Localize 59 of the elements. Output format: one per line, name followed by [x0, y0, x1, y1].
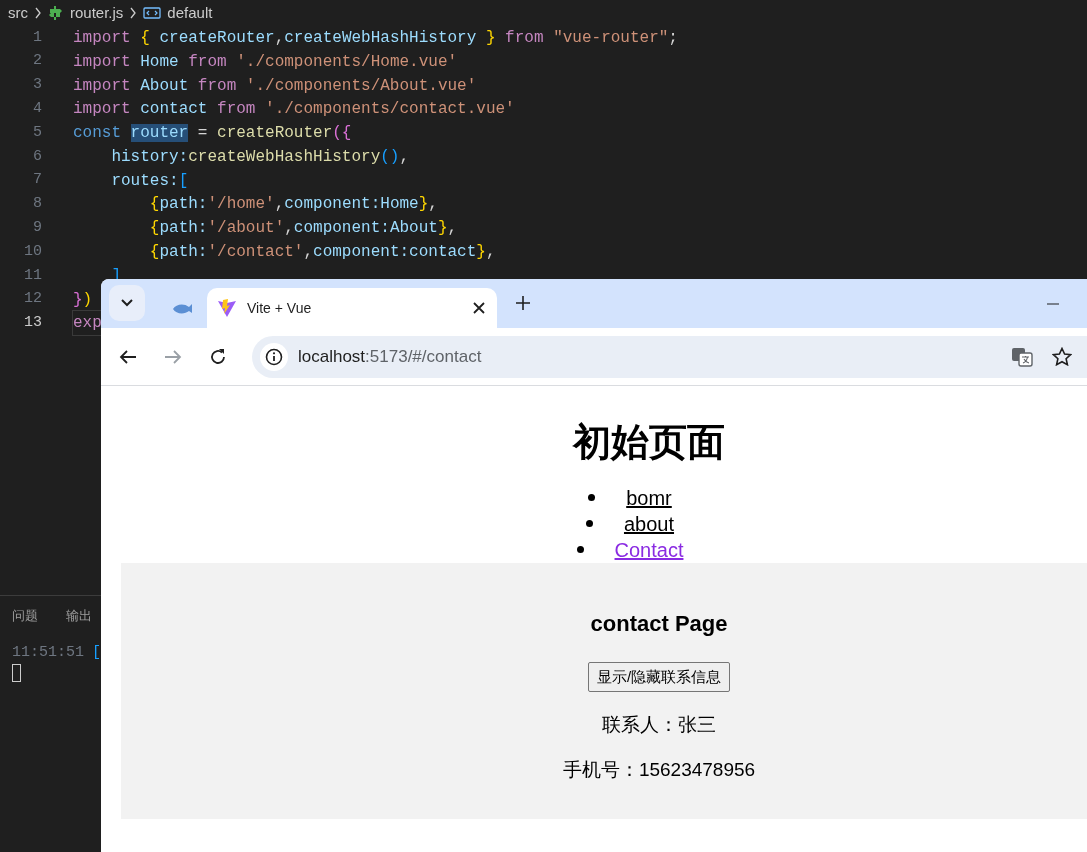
forward-icon[interactable] [164, 348, 182, 365]
line-number: 4 [32, 99, 42, 120]
line-number: 2 [32, 51, 42, 72]
code-line: }) [73, 289, 93, 311]
line-number: 8 [32, 194, 42, 215]
bullet-icon [576, 546, 584, 553]
terminal-cursor [12, 664, 21, 682]
code-line: import About from './components/About.vue' [73, 75, 477, 97]
code-line: const router = createRouter({ [73, 123, 352, 145]
bullet-icon [585, 520, 593, 527]
code-line: import { createRouter,createWebHashHistory } from "vue-router"; [73, 27, 678, 49]
bullet-icon [588, 494, 596, 501]
breadcrumb-item[interactable]: default [167, 1, 213, 25]
code-line: exp [73, 311, 102, 336]
code-line: history:createWebHashHistory(), [110, 146, 410, 168]
panel-tab[interactable]: 问题 [12, 606, 38, 626]
line-number: 5 [32, 122, 42, 143]
address-bar[interactable]: localhost:5173/#/contact [252, 335, 1087, 378]
code-line: import contact from './components/contact.vue' [73, 99, 515, 121]
fish-icon [171, 302, 193, 314]
line-number: 9 [32, 218, 42, 238]
code-line: {path:'/contact',component:contact}, [148, 242, 496, 264]
line-number: 6 [32, 146, 42, 167]
chevron-right-icon [129, 7, 138, 19]
tab-search-button[interactable] [109, 285, 145, 321]
log-time: 11:51:51 [12, 642, 84, 663]
new-tab-icon[interactable] [516, 296, 530, 310]
log-text: [ [92, 642, 102, 663]
panel-tab[interactable]: 输出 [66, 606, 92, 626]
breadcrumb-item[interactable]: router.js [70, 1, 124, 25]
translate-icon[interactable] [1011, 346, 1033, 367]
line-number: 1 [32, 27, 42, 48]
breadcrumb-item[interactable]: src [8, 1, 28, 25]
line-number: 13 [23, 313, 42, 334]
chevron-down-icon [121, 299, 133, 307]
code-line: routes:[ [110, 170, 189, 192]
section-title: contact Page [590, 610, 728, 638]
line-number: 3 [32, 75, 42, 96]
vite-logo-icon [217, 298, 237, 318]
code-line: import Home from './components/Home.vue' [73, 51, 458, 73]
browser-tab[interactable]: Vite + Vue [207, 288, 497, 328]
contact-info-text: 联系人：张三 [602, 713, 716, 737]
contact-info-text: 手机号：15623478956 [562, 758, 756, 782]
reload-icon[interactable] [209, 347, 227, 366]
line-number: 12 [23, 289, 42, 310]
close-icon[interactable] [473, 302, 485, 314]
page-heading: 初始页面 [573, 420, 725, 465]
toggle-button[interactable]: 显示/隐藏联系信息 [587, 662, 731, 692]
line-number: 11 [23, 265, 42, 286]
line-number: 10 [23, 241, 42, 262]
chevron-right-icon [34, 7, 42, 19]
back-icon[interactable] [119, 348, 137, 365]
line-number: 7 [32, 170, 42, 191]
symbol-icon [143, 6, 162, 20]
info-icon[interactable] [265, 347, 283, 366]
url-text: localhost:5173/#/contact [298, 345, 482, 368]
bookmark-star-icon[interactable] [1052, 347, 1072, 366]
code-line: {path:'/about',component:About}, [148, 218, 458, 240]
code-line: {path:'/home',component:Home}, [148, 194, 438, 216]
